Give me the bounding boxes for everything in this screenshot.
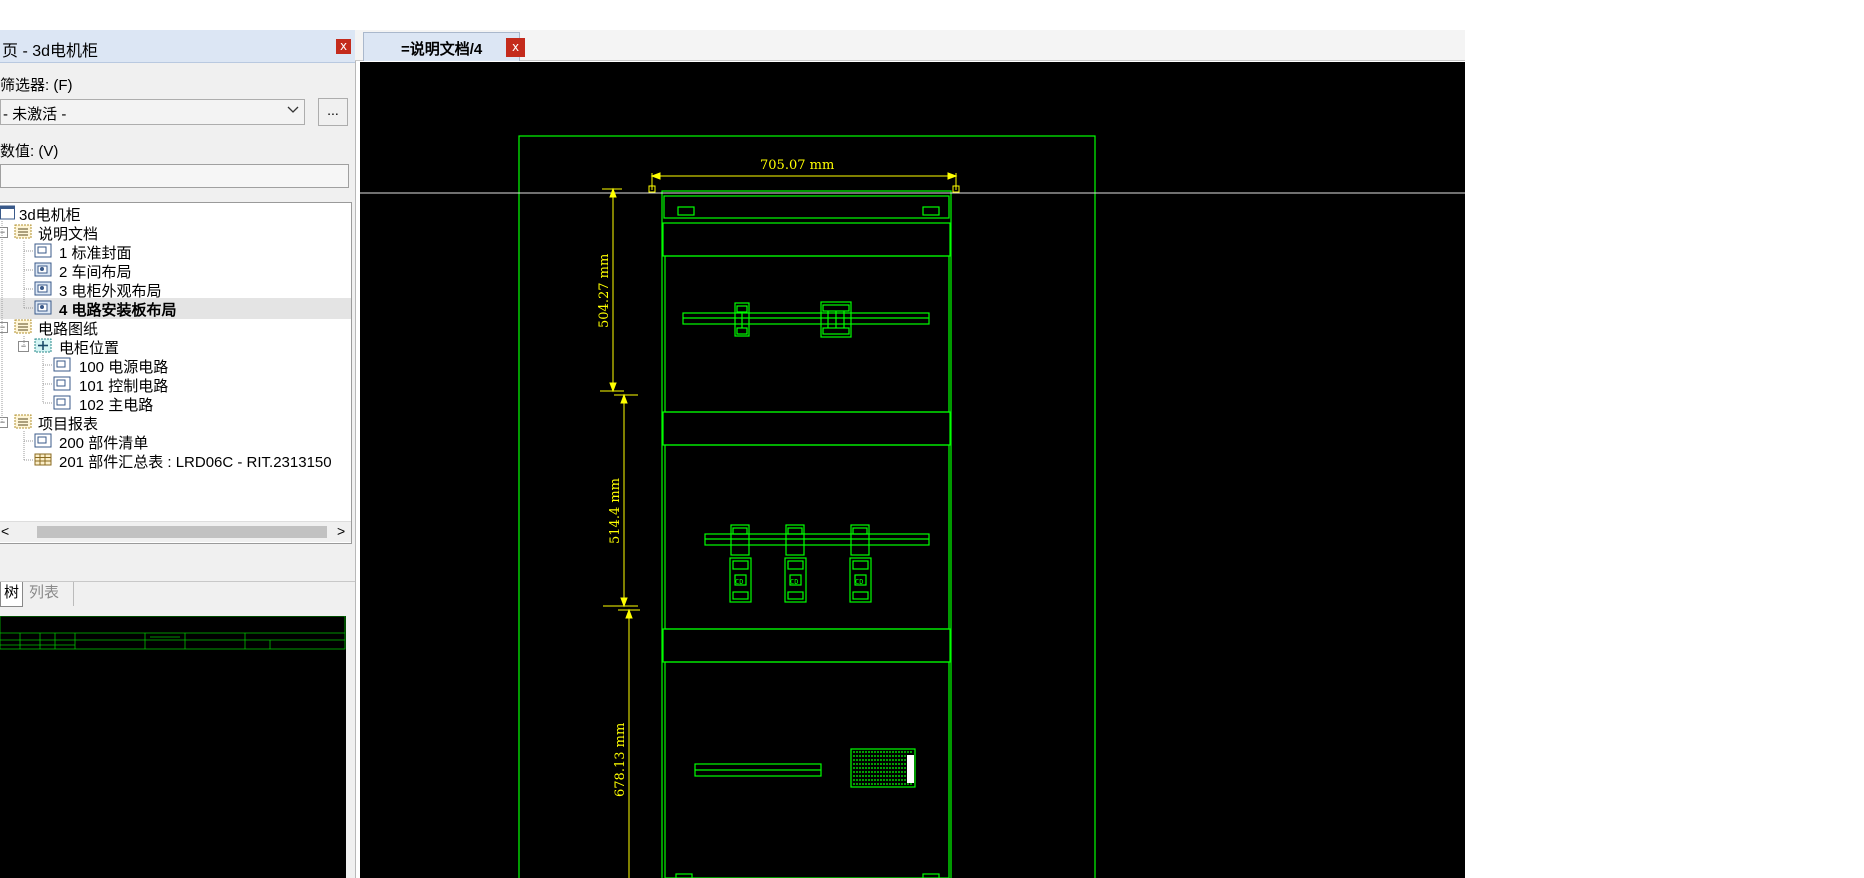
tree-node-label: 100 电源电路 (79, 359, 169, 376)
filter-select[interactable]: - 未激活 - (0, 99, 305, 125)
document-tab-close-button[interactable]: x (506, 38, 525, 57)
page-navigator-panel: 页 - 3d电机柜 x 筛选器: (F) - 未激活 - ... 数值: (V)… (0, 30, 356, 878)
scroll-left-arrow[interactable]: < (1, 523, 9, 539)
top-rail (663, 195, 950, 219)
cad-drawing: CD CD CD 705.07 mm 504.27 mm 514.4 mm 67… (360, 135, 1465, 878)
filter-label: 筛选器: (F) (0, 77, 73, 94)
tab-list[interactable]: 列表 (25, 582, 74, 606)
tree-connectors (1, 221, 53, 461)
sheet-frame (518, 135, 1096, 878)
dimension-width-label: 705.07 mm (760, 158, 834, 173)
chevron-down-icon (287, 106, 299, 113)
panel-tabs: 树 列表 (0, 581, 355, 607)
value-input[interactable] (0, 164, 349, 188)
contactor-mark: CD (790, 578, 798, 586)
tree-node-label: 201 部件汇总表 : LRD06C - RIT.2313150 (59, 454, 332, 471)
panel-close-button[interactable]: x (336, 39, 351, 54)
panel-title-bar: 页 - 3d电机柜 x (0, 30, 355, 63)
document-tab-bar: =说明文档/4 x (355, 30, 1465, 61)
document-tab[interactable]: =说明文档/4 x (363, 32, 525, 61)
preview-thumbnail (0, 615, 346, 650)
contactor-1 (729, 524, 752, 603)
tab-tree[interactable]: 树 (0, 582, 23, 607)
contactor-mark: CD (855, 578, 863, 586)
section-1 (664, 255, 950, 413)
cable-duct-1 (662, 222, 951, 257)
tree-horizontal-scrollbar[interactable]: < > (0, 521, 351, 542)
contactor-3 (849, 524, 872, 603)
page-preview (0, 615, 346, 878)
psu-label-plate (907, 755, 914, 783)
document-tab-label: =说明文档/4 (401, 41, 483, 58)
dimension-h2-label: 514.4 mm (608, 478, 623, 544)
terminal-block-1 (820, 301, 852, 338)
cable-duct-2 (662, 411, 951, 446)
empty-workspace (1465, 30, 1864, 878)
filter-select-value: - 未激活 - (3, 106, 67, 123)
filter-more-button[interactable]: ... (318, 98, 348, 126)
page-tree: 3d电机柜 − 说明文档 1 标准封面 2 车间布局 3 电柜外观布局 4 电路… (0, 202, 352, 544)
contactor-2 (784, 524, 807, 603)
dimension-h1-label: 504.27 mm (597, 254, 612, 328)
section-2 (664, 444, 950, 630)
contactor-mark: CD (735, 578, 743, 586)
value-label: 数值: (V) (0, 143, 59, 160)
dimension-h3-label: 678.13 mm (613, 723, 628, 797)
circuit-breaker-1 (734, 302, 750, 337)
tree-node-label: 102 主电路 (79, 397, 154, 414)
cable-duct-3 (662, 628, 951, 663)
panel-title: 页 - 3d电机柜 (2, 43, 99, 60)
tree-node-label: 101 控制电路 (79, 378, 169, 395)
power-supply (850, 748, 916, 788)
drawing-canvas[interactable]: CD CD CD 705.07 mm 504.27 mm 514.4 mm 67… (360, 62, 1465, 878)
scroll-right-arrow[interactable]: > (337, 523, 345, 539)
scroll-thumb[interactable] (37, 526, 327, 538)
